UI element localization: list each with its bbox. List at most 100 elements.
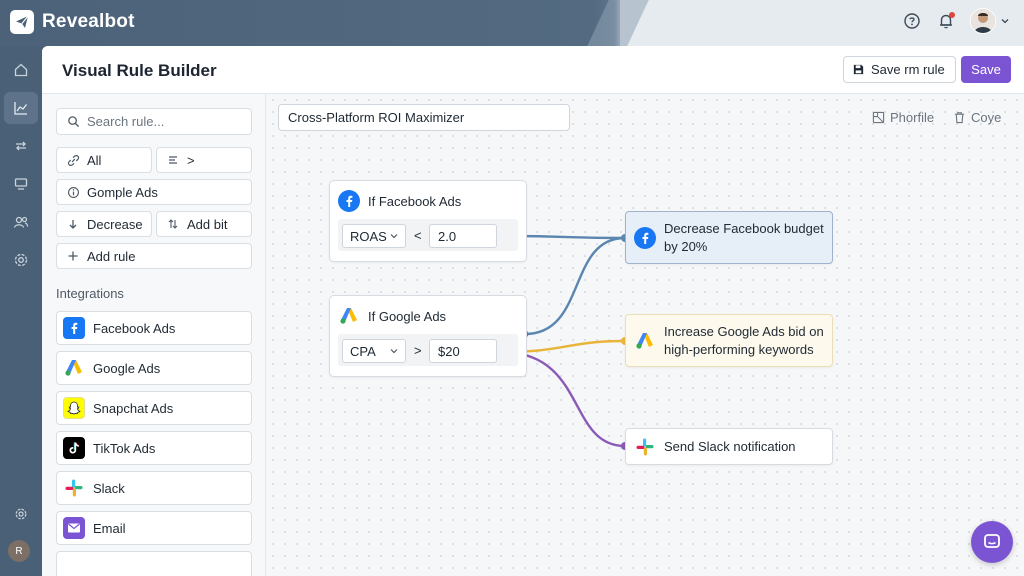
- threshold-input[interactable]: 2.0: [429, 224, 497, 248]
- wire-google-to-decrease: [524, 236, 626, 336]
- top-bar: Revealbot: [0, 0, 1024, 46]
- sort-arrows-icon: [165, 216, 181, 232]
- filter-all-label: All: [87, 152, 102, 168]
- rail-settings[interactable]: [4, 244, 38, 276]
- gomple-ads-button[interactable]: Gomple Ads: [56, 179, 252, 205]
- rail-home[interactable]: [4, 54, 38, 86]
- help-icon[interactable]: [902, 11, 922, 31]
- integrations-heading: Integrations: [56, 286, 124, 301]
- floppy-disk-icon: [853, 64, 864, 75]
- chevron-down-icon: [390, 349, 398, 354]
- integration-tiktok-ads[interactable]: TikTok Ads: [56, 431, 252, 465]
- operator: >: [414, 343, 422, 358]
- slack-icon: [63, 477, 85, 499]
- list-icon: [165, 152, 181, 168]
- integration-email[interactable]: Email: [56, 511, 252, 545]
- gomple-ads-label: Gomple Ads: [87, 184, 158, 200]
- metric-select[interactable]: ROAS: [342, 224, 406, 248]
- integration-google-ads[interactable]: Google Ads: [56, 351, 252, 385]
- condition-row: CPA > $20: [338, 334, 518, 366]
- facebook-icon: [63, 317, 85, 339]
- rail-bottom-settings[interactable]: [4, 498, 38, 530]
- condition-node-google[interactable]: If Google Ads CPA > $20: [329, 295, 527, 377]
- google-ads-icon: [634, 330, 656, 352]
- search-input[interactable]: [87, 114, 237, 129]
- account-avatar[interactable]: R: [8, 540, 30, 562]
- facebook-icon: [634, 226, 656, 249]
- search-field[interactable]: [56, 108, 252, 135]
- save-button[interactable]: Save: [961, 56, 1011, 83]
- add-rule-label: Add rule: [87, 248, 136, 264]
- plus-icon: [65, 248, 81, 264]
- page-header: Visual Rule Builder Save rm rule Save: [42, 46, 1024, 94]
- integration-label: Google Ads: [93, 360, 161, 376]
- rail-transfer[interactable]: [4, 130, 38, 162]
- top-actions: [902, 8, 1010, 34]
- condition-header: If Google Ads: [338, 305, 446, 327]
- action-line-1: Send Slack notification: [664, 438, 796, 454]
- rail-users[interactable]: [4, 206, 38, 238]
- condition-row: ROAS < 2.0: [338, 219, 518, 251]
- add-rule-button[interactable]: Add rule: [56, 243, 252, 269]
- decrease-label: Decrease: [87, 216, 143, 232]
- page-title: Visual Rule Builder: [62, 61, 217, 80]
- save-rule-button[interactable]: Save rm rule: [843, 56, 956, 83]
- action-node-slack-notification[interactable]: Send Slack notification: [625, 428, 833, 465]
- operator: <: [414, 228, 422, 243]
- integration-item-partial[interactable]: [56, 551, 252, 576]
- action-line-2: high-performing keywords: [664, 341, 814, 357]
- app-name: Revealbot: [42, 11, 135, 32]
- user-menu[interactable]: [970, 8, 1010, 34]
- filter-all-button[interactable]: All: [56, 147, 152, 173]
- user-avatar: [970, 8, 996, 34]
- action-text: Increase Google Ads bid on high-performi…: [664, 323, 824, 359]
- integration-label: Slack: [93, 480, 125, 496]
- google-ads-icon: [338, 305, 360, 327]
- tiktok-icon: [63, 437, 85, 459]
- action-node-increase-bid[interactable]: Increase Google Ads bid on high-performi…: [625, 314, 833, 367]
- condition-header: If Facebook Ads: [338, 190, 461, 212]
- rule-canvas[interactable]: Cross-Platform ROI Maximizer Phorfile Co…: [267, 94, 1024, 576]
- filter-menu-button[interactable]: >: [156, 147, 252, 173]
- integration-slack[interactable]: Slack: [56, 471, 252, 505]
- decrease-button[interactable]: Decrease: [56, 211, 152, 237]
- add-bit-label: Add bit: [187, 216, 228, 232]
- integration-label: Facebook Ads: [93, 320, 176, 336]
- rail-analytics[interactable]: [4, 92, 38, 124]
- action-line-1: Decrease Facebook budget: [664, 220, 824, 236]
- notification-dot: [949, 12, 955, 18]
- integration-label: Snapchat Ads: [93, 400, 174, 416]
- integration-facebook-ads[interactable]: Facebook Ads: [56, 311, 252, 345]
- integration-snapchat-ads[interactable]: Snapchat Ads: [56, 391, 252, 425]
- action-node-decrease-budget[interactable]: Decrease Facebook budget by 20%: [625, 211, 833, 264]
- chevron-down-icon: [390, 234, 398, 239]
- slack-icon: [634, 436, 656, 458]
- analytics-icon: [14, 102, 28, 115]
- brand[interactable]: Revealbot: [10, 10, 135, 34]
- rail-campaigns[interactable]: [4, 168, 38, 200]
- add-bit-button[interactable]: Add bit: [156, 211, 252, 237]
- rules-panel: All > Gomple Ads Decrease Add bit: [42, 94, 266, 576]
- condition-title: If Facebook Ads: [368, 193, 462, 209]
- metric-value: CPA: [350, 343, 376, 359]
- left-rail: R: [0, 46, 42, 576]
- gear-icon: [15, 508, 27, 520]
- users-icon: [13, 216, 29, 228]
- save-rule-label: Save rm rule: [871, 62, 945, 77]
- search-icon: [65, 114, 81, 130]
- filter-menu-label: >: [187, 152, 195, 168]
- action-line-1: Increase Google Ads bid on: [664, 323, 824, 339]
- chat-icon: [984, 534, 1000, 548]
- condition-title: If Google Ads: [368, 308, 447, 324]
- transfer-icon: [16, 141, 26, 151]
- chat-support-button[interactable]: [971, 521, 1013, 563]
- threshold-input[interactable]: $20: [429, 339, 497, 363]
- google-ads-icon: [63, 357, 85, 379]
- condition-node-facebook[interactable]: If Facebook Ads ROAS < 2.0: [329, 180, 527, 262]
- notifications-bell-icon[interactable]: [936, 11, 956, 31]
- facebook-icon: [338, 190, 360, 212]
- metric-select[interactable]: CPA: [342, 339, 406, 363]
- settings-icon: [14, 253, 28, 267]
- chevron-down-icon: [1001, 19, 1009, 24]
- home-icon: [14, 63, 28, 77]
